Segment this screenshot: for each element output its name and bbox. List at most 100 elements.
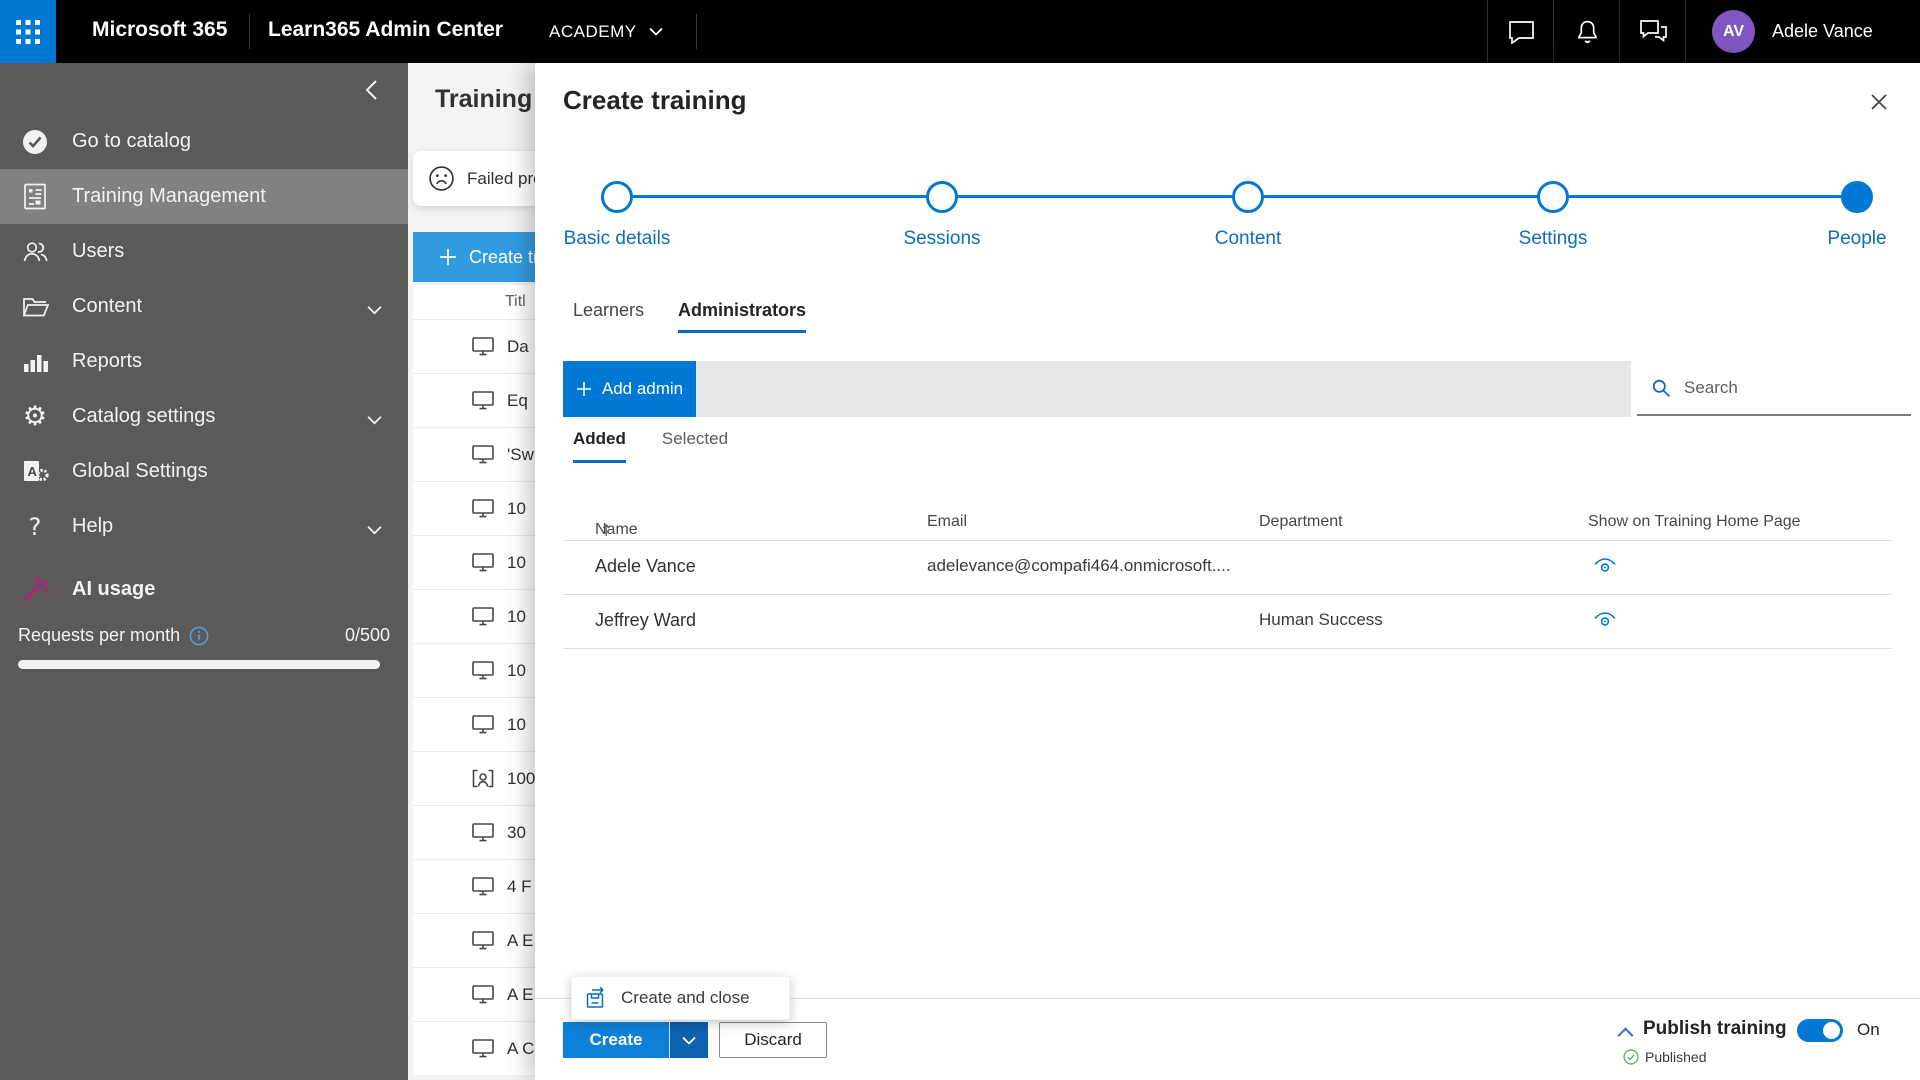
sidebar-item-users[interactable]: Users — [0, 224, 408, 279]
create-label: Create — [589, 1030, 643, 1049]
sidebar-item-label: Users — [72, 240, 125, 262]
subtab-added[interactable]: Added — [573, 429, 626, 463]
create-and-close-label: Create and close — [621, 988, 750, 1007]
sidebar-item-ai-usage[interactable]: AI usage — [0, 562, 408, 617]
column-header-department[interactable]: Department — [1259, 513, 1343, 531]
table-row[interactable]: Da — [413, 319, 535, 373]
sidebar-item-global-settings[interactable]: A Global Settings — [0, 444, 408, 499]
add-admin-button[interactable]: Add admin — [563, 361, 696, 417]
published-status-label: Published — [1645, 1049, 1707, 1065]
top-bar: Microsoft 365 Learn365 Admin Center ACAD… — [0, 0, 1920, 63]
monitor-icon — [472, 553, 494, 572]
brand-title[interactable]: Microsoft 365 — [92, 18, 227, 42]
cell-name: Jeffrey Ward — [595, 610, 697, 630]
close-button[interactable] — [1866, 89, 1892, 120]
show-on-home-eye-icon[interactable] — [1593, 612, 1617, 633]
column-header-email[interactable]: Email — [927, 513, 967, 531]
discard-button[interactable]: Discard — [719, 1022, 827, 1058]
table-row[interactable]: 10 — [413, 697, 535, 751]
tab-learners[interactable]: Learners — [573, 300, 644, 333]
table-row[interactable]: A E — [413, 967, 535, 1021]
table-row[interactable]: 30 — [413, 805, 535, 859]
monitor-icon — [472, 1039, 494, 1058]
sidebar-item-help[interactable]: ? Help — [0, 499, 408, 554]
error-toast[interactable]: Failed pro — [413, 151, 535, 206]
cell-email: adelevance@compafi464.onmicrosoft.... — [927, 556, 1231, 575]
publish-collapse-button[interactable] — [1617, 1025, 1634, 1043]
create-and-close-menu-item[interactable]: Create and close — [571, 976, 790, 1020]
step-circle-current[interactable] — [1841, 181, 1873, 213]
subtab-selected[interactable]: Selected — [662, 429, 728, 463]
monitor-icon — [472, 391, 494, 410]
trainings-table: Titl Da Eq 'Sw 10 10 10 10 10 100 30 4 F… — [413, 285, 535, 1075]
monitor-icon — [472, 445, 494, 464]
table-row[interactable]: 'Sw — [413, 427, 535, 481]
row-title: 30 — [507, 822, 526, 842]
step-circle[interactable] — [926, 181, 958, 213]
table-row[interactable]: 10 — [413, 481, 535, 535]
step-label[interactable]: Content — [1158, 228, 1338, 250]
checkmark-circle-icon — [20, 128, 50, 156]
sidebar-item-label: Global Settings — [72, 460, 208, 482]
info-icon[interactable] — [189, 626, 209, 646]
sidebar-collapse-button[interactable] — [360, 75, 382, 110]
account-menu[interactable]: AV Adele Vance — [1685, 0, 1920, 63]
row-title: 10 — [507, 714, 526, 734]
step-label[interactable]: Basic details — [527, 228, 707, 250]
sidebar-item-training-management[interactable]: Training Management — [0, 169, 408, 224]
publish-toggle[interactable] — [1797, 1019, 1843, 1042]
admin-row-adele-vance[interactable]: Adele Vance adelevance@compafi464.onmicr… — [535, 540, 1920, 594]
sidebar-item-reports[interactable]: Reports — [0, 334, 408, 389]
toggle-knob — [1823, 1022, 1840, 1039]
create-split-dropdown-button[interactable] — [669, 1022, 708, 1058]
svg-text:A: A — [27, 464, 37, 479]
sidebar-item-catalog-settings[interactable]: ⚙ Catalog settings — [0, 389, 408, 444]
table-row[interactable]: 10 — [413, 535, 535, 589]
feedback-icon — [1639, 20, 1667, 43]
save-arrow-icon — [586, 987, 604, 1008]
sidebar-item-content[interactable]: Content — [0, 279, 408, 334]
chat-button[interactable] — [1487, 0, 1554, 63]
page-title: Training M — [435, 85, 535, 113]
gear-icon: ⚙ — [22, 401, 48, 432]
monitor-icon — [472, 715, 494, 734]
table-row[interactable]: A C — [413, 1021, 535, 1075]
publish-training-label: Publish training — [1643, 1018, 1787, 1039]
sidebar: Go to catalog Training Management Users … — [0, 63, 408, 1080]
admin-row-jeffrey-ward[interactable]: Jeffrey Ward Human Success — [535, 594, 1920, 648]
create-button[interactable]: Create — [563, 1022, 669, 1058]
create-training-button[interactable]: Create tra — [413, 232, 535, 282]
table-row[interactable]: A E — [413, 913, 535, 967]
column-header-name[interactable]: Name ↑ — [595, 513, 638, 540]
tenant-name: ACADEMY — [549, 21, 637, 41]
notifications-button[interactable] — [1553, 0, 1620, 63]
create-training-panel: Create training Basic details Sessions C… — [535, 63, 1920, 1080]
table-row[interactable]: 10 — [413, 643, 535, 697]
table-row[interactable]: Eq — [413, 373, 535, 427]
sidebar-item-go-to-catalog[interactable]: Go to catalog — [0, 114, 408, 169]
table-row[interactable]: 10 — [413, 589, 535, 643]
app-launcher-button[interactable] — [0, 0, 56, 63]
step-circle[interactable] — [601, 181, 633, 213]
bell-icon — [1577, 20, 1597, 43]
app-title[interactable]: Learn365 Admin Center — [268, 18, 503, 42]
search-icon — [1652, 379, 1671, 397]
table-row[interactable]: 100 — [413, 751, 535, 805]
search-input[interactable] — [1682, 376, 1886, 399]
panel-title: Create training — [563, 85, 747, 115]
tab-administrators[interactable]: Administrators — [678, 300, 807, 333]
row-title: Eq — [507, 390, 528, 410]
training-document-icon — [20, 183, 50, 210]
tenant-selector[interactable]: ACADEMY — [549, 0, 663, 63]
show-on-home-eye-icon[interactable] — [1593, 558, 1617, 579]
step-label[interactable]: Settings — [1463, 228, 1643, 250]
step-label[interactable]: People — [1767, 228, 1920, 250]
feedback-button[interactable] — [1619, 0, 1686, 63]
row-title: 10 — [507, 498, 526, 518]
step-circle[interactable] — [1537, 181, 1569, 213]
table-row[interactable]: 4 F — [413, 859, 535, 913]
monitor-icon — [472, 661, 494, 680]
step-circle[interactable] — [1232, 181, 1264, 213]
step-label[interactable]: Sessions — [852, 228, 1032, 250]
column-header-show[interactable]: Show on Training Home Page — [1588, 513, 1801, 531]
